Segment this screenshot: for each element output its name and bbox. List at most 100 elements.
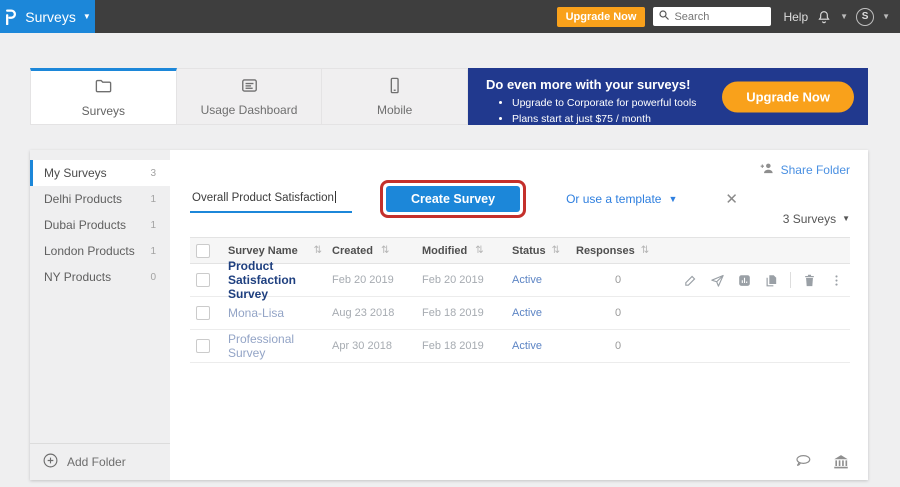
- share-folder-link[interactable]: Share Folder: [759, 161, 850, 179]
- folders-sidebar: My Surveys 3 Delhi Products 1 Dubai Prod…: [30, 150, 170, 480]
- surveys-count-dropdown[interactable]: 3 Surveys ▼: [783, 212, 850, 226]
- sort-icon[interactable]: ⇅: [475, 245, 483, 256]
- banner-bullet: Upgrade to Corporate for powerful tools: [512, 95, 718, 111]
- edit-pencil-icon[interactable]: [677, 273, 704, 288]
- more-options-icon[interactable]: [823, 273, 850, 288]
- folder-label: Dubai Products: [44, 218, 126, 232]
- close-icon[interactable]: ✕: [725, 190, 738, 208]
- highlight-ring: Create Survey: [380, 180, 526, 218]
- copy-icon[interactable]: [758, 273, 785, 288]
- chevron-down-icon[interactable]: ▼: [840, 12, 848, 21]
- chevron-down-icon: ▼: [83, 13, 91, 21]
- responses-count: 0: [576, 307, 660, 319]
- sort-icon[interactable]: ⇅: [641, 245, 649, 256]
- tab-label: Usage Dashboard: [201, 103, 298, 117]
- tab-usage-dashboard[interactable]: Usage Dashboard: [177, 68, 323, 125]
- brand-menu-label: Surveys: [25, 9, 76, 25]
- created-date: Aug 23 2018: [332, 307, 394, 319]
- send-icon[interactable]: [704, 273, 731, 288]
- column-header-survey-name: Survey Name: [228, 245, 298, 257]
- top-bar: Surveys ▼ Upgrade Now Help ▼ S ▼: [0, 0, 900, 33]
- add-folder-button[interactable]: Add Folder: [30, 443, 170, 480]
- share-folder-label: Share Folder: [781, 163, 850, 177]
- folder-label: London Products: [44, 244, 135, 258]
- avatar[interactable]: S: [856, 8, 874, 26]
- sort-icon[interactable]: ⇅: [552, 245, 560, 256]
- created-date: Apr 30 2018: [332, 340, 392, 352]
- surveys-count-label: 3 Surveys: [783, 212, 836, 226]
- create-survey-button[interactable]: Create Survey: [386, 186, 520, 212]
- sort-icon[interactable]: ⇅: [314, 245, 322, 256]
- column-header-status: Status: [512, 245, 546, 257]
- folder-label: Delhi Products: [44, 192, 122, 206]
- table-row: Mona-Lisa Aug 23 2018 Feb 18 2019 Active…: [190, 297, 850, 330]
- sidebar-item-london-products[interactable]: London Products 1: [30, 238, 170, 264]
- status-link[interactable]: Active: [512, 340, 542, 352]
- search-icon: [658, 8, 670, 26]
- folder-label: My Surveys: [44, 166, 107, 180]
- use-template-link[interactable]: Or use a template ▼: [566, 192, 677, 206]
- survey-name-link[interactable]: Mona-Lisa: [228, 306, 284, 320]
- sidebar-item-my-surveys[interactable]: My Surveys 3: [30, 160, 170, 186]
- delete-trash-icon[interactable]: [796, 273, 823, 288]
- mobile-icon: [385, 76, 404, 98]
- search-box[interactable]: [653, 7, 771, 26]
- surveys-main-panel: Share Folder Overall Product Satisfactio…: [170, 150, 868, 480]
- sidebar-item-delhi-products[interactable]: Delhi Products 1: [30, 186, 170, 212]
- reports-chart-icon[interactable]: [731, 273, 758, 288]
- table-row: Professional Survey Apr 30 2018 Feb 18 2…: [190, 330, 850, 363]
- chevron-down-icon: ▼: [842, 215, 850, 223]
- responses-count: 0: [576, 340, 660, 352]
- plus-circle-icon: [42, 452, 59, 472]
- survey-name-input[interactable]: Overall Product Satisfaction: [190, 186, 352, 213]
- sort-icon[interactable]: ⇅: [381, 245, 389, 256]
- footer-icons: [794, 453, 850, 470]
- chevron-down-icon: ▼: [668, 195, 677, 204]
- folder-icon: [94, 77, 113, 99]
- tab-mobile[interactable]: Mobile: [322, 68, 468, 125]
- row-checkbox[interactable]: [196, 306, 210, 320]
- tab-label: Surveys: [82, 104, 125, 118]
- notifications-bell-icon[interactable]: [816, 9, 832, 25]
- created-date: Feb 20 2019: [332, 274, 394, 286]
- modified-date: Feb 18 2019: [422, 307, 484, 319]
- row-checkbox[interactable]: [196, 273, 210, 287]
- select-all-checkbox[interactable]: [196, 244, 210, 258]
- surveys-table: Survey Name ⇅ Created ⇅ Modified ⇅ Statu…: [190, 237, 850, 363]
- divider: [790, 272, 791, 288]
- dashboard-icon: [240, 76, 259, 98]
- folder-count: 3: [150, 168, 156, 179]
- modified-date: Feb 18 2019: [422, 340, 484, 352]
- folder-count: 0: [150, 272, 156, 283]
- modified-date: Feb 20 2019: [422, 274, 484, 286]
- sidebar-item-ny-products[interactable]: NY Products 0: [30, 264, 170, 290]
- banner-title: Do even more with your surveys!: [486, 77, 718, 92]
- responses-count: 0: [576, 274, 660, 286]
- surveys-card: My Surveys 3 Delhi Products 1 Dubai Prod…: [30, 150, 868, 480]
- chevron-down-icon[interactable]: ▼: [882, 12, 890, 21]
- archive-bank-icon[interactable]: [832, 453, 850, 470]
- folder-count: 1: [150, 194, 156, 205]
- table-row: Product Satisfaction Survey Feb 20 2019 …: [190, 264, 850, 297]
- banner-upgrade-button[interactable]: Upgrade Now: [722, 81, 854, 112]
- topbar-actions: Upgrade Now Help ▼ S ▼: [557, 7, 900, 27]
- sidebar-item-dubai-products[interactable]: Dubai Products 1: [30, 212, 170, 238]
- brand-surveys-menu[interactable]: Surveys ▼: [0, 0, 95, 33]
- banner-bullets: Upgrade to Corporate for powerful tools …: [486, 95, 718, 128]
- folder-label: NY Products: [44, 270, 111, 284]
- help-link[interactable]: Help: [783, 10, 808, 24]
- row-checkbox[interactable]: [196, 339, 210, 353]
- survey-name-link[interactable]: Professional Survey: [228, 332, 322, 360]
- upgrade-now-button[interactable]: Upgrade Now: [557, 7, 646, 27]
- survey-name-input-value: Overall Product Satisfaction: [192, 192, 334, 204]
- search-input[interactable]: [674, 11, 762, 23]
- folder-count: 1: [150, 246, 156, 257]
- status-link[interactable]: Active: [512, 274, 542, 286]
- use-template-label: Or use a template: [566, 192, 661, 206]
- banner-bullet: Plans start at just $75 / month: [512, 111, 718, 127]
- tab-surveys[interactable]: Surveys: [30, 68, 177, 125]
- promo-banner: Do even more with your surveys! Upgrade …: [468, 68, 868, 125]
- survey-name-link[interactable]: Product Satisfaction Survey: [228, 259, 322, 301]
- comment-bubble-icon[interactable]: [794, 453, 812, 470]
- status-link[interactable]: Active: [512, 307, 542, 319]
